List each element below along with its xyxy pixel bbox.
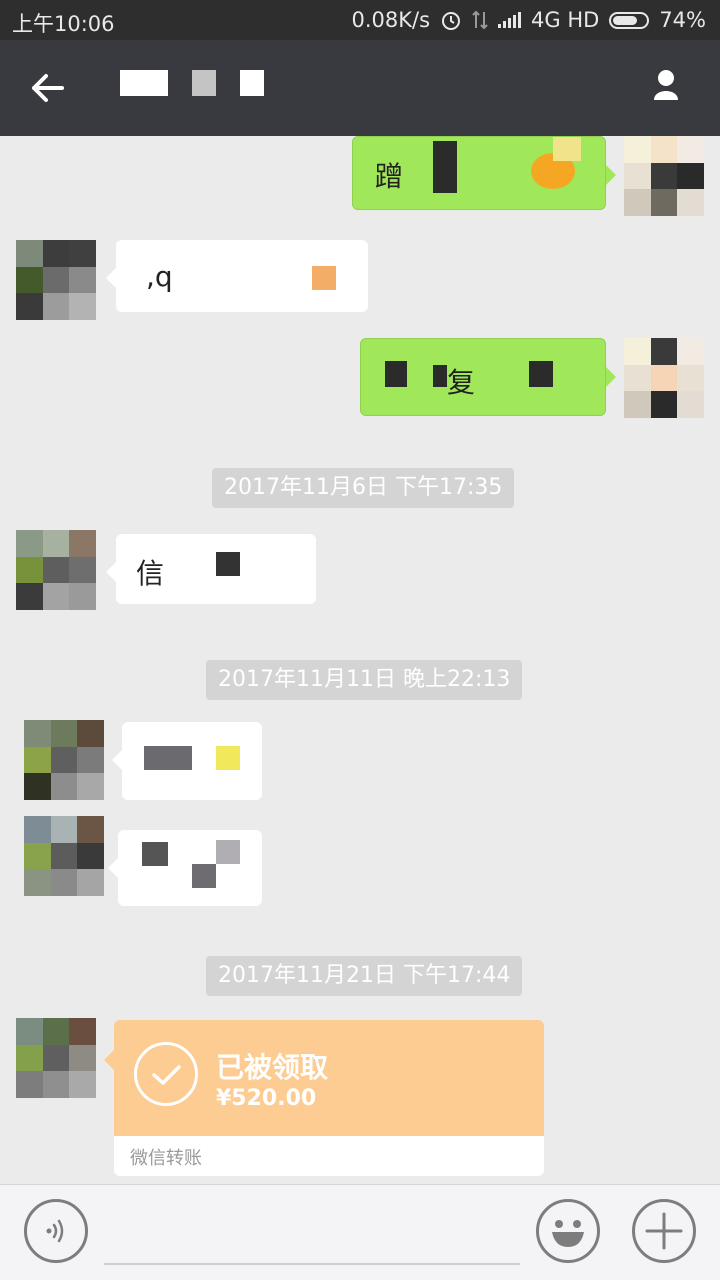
person-icon[interactable] <box>652 68 680 100</box>
chat-area[interactable]: 蹭 ,q 复 2017年11月6日 下午17:35 信 2017年11月11日 … <box>0 136 720 1184</box>
redaction-block <box>216 552 240 576</box>
voice-icon[interactable] <box>24 1199 88 1263</box>
transfer-label: 微信转账 <box>130 1148 202 1169</box>
message-bubble-sent[interactable]: 复 <box>360 338 616 416</box>
network-type: 4G HD <box>531 8 600 32</box>
timestamp: 2017年11月11日 晚上22:13 <box>206 660 523 700</box>
status-bar: 上午10:06 0.08K/s 4G HD 74% <box>0 0 720 40</box>
avatar-contact[interactable] <box>24 816 104 896</box>
timestamp: 2017年11月21日 下午17:44 <box>206 956 523 996</box>
redaction-block <box>216 746 240 770</box>
net-speed: 0.08K/s <box>351 8 431 32</box>
redaction-block <box>192 864 216 888</box>
message-bubble-received[interactable] <box>108 830 262 906</box>
avatar-contact[interactable] <box>16 530 96 610</box>
avatar-self[interactable] <box>624 338 704 418</box>
message-text: 蹭 <box>375 160 404 193</box>
message-bubble-received[interactable]: ,q <box>106 240 368 312</box>
input-bar <box>0 1184 720 1280</box>
redaction-block <box>553 137 581 161</box>
timestamp: 2017年11月6日 下午17:35 <box>212 468 515 508</box>
avatar-self[interactable] <box>624 136 704 216</box>
redaction-block <box>144 746 192 770</box>
message-input[interactable] <box>104 1263 520 1265</box>
redaction-block <box>529 361 553 387</box>
message-bubble-received[interactable]: 信 <box>106 534 316 604</box>
data-transfer-icon <box>472 10 488 30</box>
redaction-block <box>385 361 407 387</box>
status-time: 上午10:06 <box>12 12 115 36</box>
message-text: 复 <box>447 366 476 399</box>
avatar-contact[interactable] <box>16 240 96 320</box>
arrow-left-icon[interactable] <box>28 68 68 108</box>
redaction-block <box>433 141 457 193</box>
avatar-contact[interactable] <box>24 720 104 800</box>
contact-name-redacted <box>120 70 168 96</box>
chat-header <box>0 40 720 136</box>
redaction-block <box>312 266 336 290</box>
plus-icon[interactable] <box>632 1199 696 1263</box>
message-bubble-received[interactable] <box>112 722 262 800</box>
check-circle-icon <box>134 1042 198 1106</box>
redaction-block <box>142 842 168 866</box>
contact-name-redacted-2 <box>192 70 216 96</box>
battery-icon <box>609 11 650 29</box>
status-right: 0.08K/s 4G HD 74% <box>351 8 706 32</box>
redaction-block <box>433 365 447 387</box>
emoji-icon[interactable] <box>536 1199 600 1263</box>
transfer-card-header: 已被领取 ¥520.00 <box>114 1020 544 1136</box>
message-text: 信 <box>136 557 165 590</box>
avatar-contact[interactable] <box>16 1018 96 1098</box>
transfer-amount: ¥520.00 <box>216 1086 317 1111</box>
alarm-icon <box>442 12 461 30</box>
message-bubble-sent[interactable]: 蹭 <box>352 136 616 210</box>
signal-icon <box>498 12 522 28</box>
contact-name-redacted-3 <box>240 70 264 96</box>
message-text: ,q <box>146 260 173 293</box>
battery-percent: 74% <box>659 8 706 32</box>
redaction-block <box>216 840 240 864</box>
transfer-card[interactable]: 已被领取 ¥520.00 微信转账 <box>114 1020 544 1176</box>
transfer-status: 已被领取 <box>216 1051 329 1084</box>
